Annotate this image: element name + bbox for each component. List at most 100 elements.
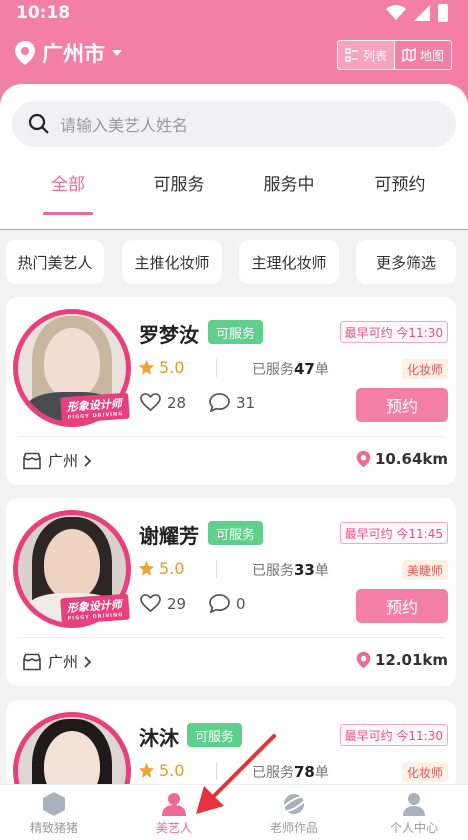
shop-icon bbox=[23, 653, 41, 670]
signal-icon bbox=[414, 5, 430, 21]
shop-link[interactable]: 广州 bbox=[22, 651, 92, 672]
map-icon bbox=[402, 48, 416, 62]
star-icon bbox=[138, 560, 155, 576]
map-view-label: 地图 bbox=[419, 48, 444, 63]
role-badge: 美睫师 bbox=[401, 560, 448, 580]
avatar[interactable]: 形象设计师 PIGGY DRIVING bbox=[13, 510, 131, 628]
divider bbox=[216, 762, 217, 780]
divider bbox=[18, 436, 444, 437]
view-toggle: 列表 地图 bbox=[336, 40, 452, 70]
book-button[interactable]: 预约 bbox=[356, 388, 448, 422]
planet-icon bbox=[281, 794, 307, 814]
user-icon bbox=[403, 793, 425, 816]
heart-icon bbox=[140, 594, 161, 613]
nav-item-home[interactable]: 精致猪猪 bbox=[4, 791, 104, 836]
list-view-button[interactable]: 列表 bbox=[337, 41, 395, 69]
nav-item-works[interactable]: 老师作品 bbox=[244, 791, 344, 836]
rating: 5.0 bbox=[138, 559, 184, 578]
shop-link[interactable]: 广州 bbox=[22, 450, 92, 471]
served-count: 已服务47单 bbox=[252, 360, 329, 378]
rating: 5.0 bbox=[138, 761, 184, 780]
status-badge: 可服务 bbox=[208, 320, 264, 344]
location-pin-icon bbox=[356, 651, 371, 669]
shop-name: 广州 bbox=[48, 653, 79, 671]
designer-ribbon: 形象设计师 PIGGY DRIVING bbox=[60, 392, 130, 424]
distance-value: 12.01km bbox=[374, 651, 448, 669]
nav-label: 个人中心 bbox=[389, 821, 438, 835]
shop-name: 广州 bbox=[48, 452, 79, 470]
rating-value: 5.0 bbox=[159, 761, 185, 780]
artist-card[interactable]: 形象设计师 PIGGY DRIVING 谢耀芳 可服务 最早可约 今11:45 … bbox=[6, 498, 456, 686]
active-tab-indicator bbox=[43, 212, 93, 215]
rating-value: 5.0 bbox=[159, 358, 185, 377]
status-badge: 可服务 bbox=[208, 521, 264, 545]
tab-all[interactable]: 全部 bbox=[23, 170, 113, 195]
status-time: 10:18 bbox=[16, 3, 71, 23]
like-button[interactable]: 28 bbox=[140, 393, 186, 412]
nav-label: 精致猪猪 bbox=[29, 821, 78, 835]
divider bbox=[216, 560, 217, 578]
tab-in-service[interactable]: 服务中 bbox=[244, 170, 334, 195]
comment-button[interactable]: 31 bbox=[209, 393, 255, 412]
bottom-nav: 精致猪猪 美艺人 老师作品 个人中心 bbox=[0, 784, 468, 840]
list-view-label: 列表 bbox=[362, 48, 387, 63]
divider bbox=[216, 359, 217, 377]
nav-item-artists[interactable]: 美艺人 bbox=[124, 791, 224, 836]
map-view-button[interactable]: 地图 bbox=[395, 41, 451, 69]
tab-bookable[interactable]: 可预约 bbox=[355, 170, 445, 195]
star-icon bbox=[138, 762, 155, 778]
avatar[interactable] bbox=[13, 712, 131, 790]
served-count: 已服务78单 bbox=[252, 763, 329, 781]
status-icons bbox=[386, 4, 448, 22]
earliest-booking: 最早可约 今11:45 bbox=[339, 522, 448, 544]
tab-available[interactable]: 可服务 bbox=[134, 170, 224, 195]
star-icon bbox=[138, 359, 155, 375]
role-badge: 化妆师 bbox=[401, 762, 448, 782]
person-icon bbox=[162, 793, 186, 816]
artist-name: 沐沐 bbox=[139, 726, 179, 750]
comment-icon bbox=[209, 393, 230, 412]
list-icon bbox=[345, 48, 358, 62]
rating: 5.0 bbox=[138, 358, 184, 377]
heart-icon bbox=[140, 393, 161, 412]
like-count: 29 bbox=[167, 594, 187, 613]
hexagon-icon bbox=[43, 792, 65, 816]
chevron-right-icon bbox=[84, 454, 92, 467]
avatar[interactable]: 形象设计师 PIGGY DRIVING bbox=[13, 309, 131, 427]
nav-item-profile[interactable]: 个人中心 bbox=[364, 791, 464, 836]
status-badge: 可服务 bbox=[187, 723, 243, 747]
search-placeholder: 请输入美艺人姓名 bbox=[60, 116, 189, 135]
filter-hot-artists[interactable]: 热门美艺人 bbox=[6, 240, 104, 284]
served-count: 已服务33单 bbox=[252, 561, 329, 579]
city-selector[interactable]: 广州市 bbox=[14, 38, 123, 68]
distance-value: 10.64km bbox=[374, 450, 448, 468]
artist-name: 罗梦汝 bbox=[139, 323, 199, 347]
search-input[interactable]: 请输入美艺人姓名 bbox=[12, 101, 456, 147]
artist-card[interactable]: 沐沐 可服务 最早可约 今11:30 5.0 已服务78单 化妆师 bbox=[6, 700, 456, 790]
role-badge: 化妆师 bbox=[401, 359, 448, 379]
distance: 12.01km bbox=[356, 651, 448, 669]
location-pin-icon bbox=[356, 450, 371, 468]
nav-label: 老师作品 bbox=[269, 821, 318, 835]
chevron-right-icon bbox=[84, 655, 92, 668]
filter-more[interactable]: 更多筛选 bbox=[356, 240, 456, 284]
comment-count: 0 bbox=[236, 594, 246, 613]
comment-button[interactable]: 0 bbox=[209, 594, 246, 613]
earliest-booking: 最早可约 今11:30 bbox=[339, 724, 448, 746]
filter-lead-makeup[interactable]: 主理化妆师 bbox=[239, 240, 339, 284]
like-button[interactable]: 29 bbox=[140, 594, 186, 613]
comment-count: 31 bbox=[236, 393, 256, 412]
wifi-icon bbox=[386, 5, 406, 20]
battery-icon bbox=[438, 4, 448, 22]
location-pin-icon bbox=[15, 41, 35, 65]
distance: 10.64km bbox=[356, 450, 448, 468]
city-name: 广州市 bbox=[42, 42, 105, 66]
filter-featured-makeup[interactable]: 主推化妆师 bbox=[122, 240, 222, 284]
earliest-booking: 最早可约 今11:30 bbox=[339, 321, 448, 343]
book-button[interactable]: 预约 bbox=[356, 589, 448, 623]
artist-card[interactable]: 形象设计师 PIGGY DRIVING 罗梦汝 可服务 最早可约 今11:30 … bbox=[6, 297, 456, 485]
divider bbox=[18, 637, 444, 638]
designer-ribbon: 形象设计师 PIGGY DRIVING bbox=[60, 593, 130, 625]
caret-down-icon bbox=[112, 50, 122, 56]
like-count: 28 bbox=[167, 393, 187, 412]
